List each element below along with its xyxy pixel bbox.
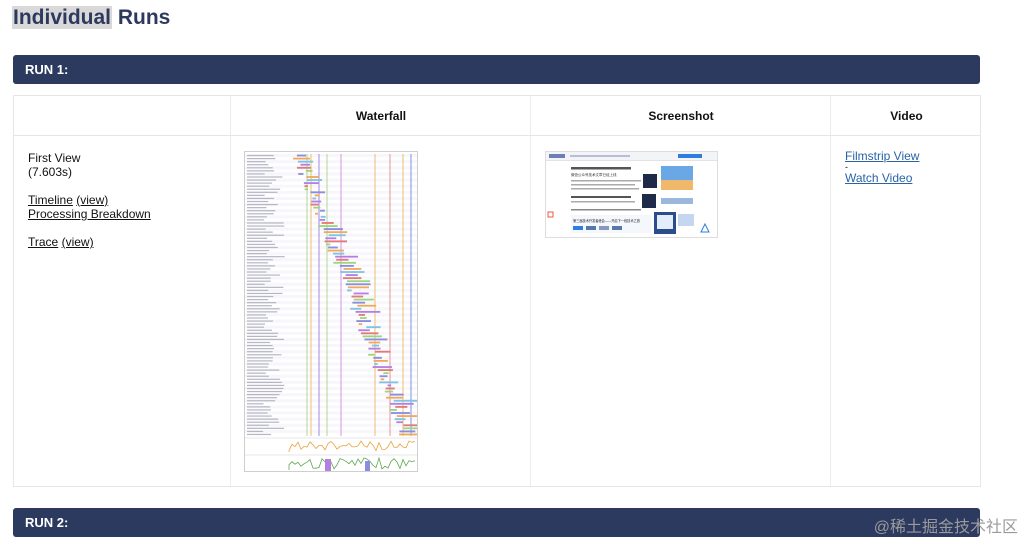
first-view-time: (7.603s) <box>28 165 73 179</box>
first-view-label: First View <box>28 151 81 165</box>
run-1-label: RUN 1: <box>25 62 69 77</box>
table-header-row: Waterfall Screenshot Video <box>14 96 980 136</box>
header-video: Video <box>890 109 923 123</box>
timeline-link[interactable]: Timeline <box>28 193 73 207</box>
screenshot-headline: 微信公众号技术文章已经上线 <box>571 172 617 177</box>
processing-breakdown-link[interactable]: Processing Breakdown <box>28 207 151 221</box>
watch-video-link[interactable]: Watch Video <box>845 171 919 185</box>
waterfall-thumbnail[interactable] <box>244 151 418 472</box>
timeline-view-link[interactable]: (view) <box>76 193 108 207</box>
video-cell: Filmstrip View - Watch Video <box>845 149 919 185</box>
run-2-header: RUN 2: <box>13 508 980 537</box>
watermark: @稀土掘金技术社区 <box>873 519 1018 536</box>
run-1-header: RUN 1: <box>13 55 980 84</box>
screenshot-thumbnail[interactable]: 微信公众号技术文章已经上线 第三届技术开发者峰会——开启下一段技术之旅 <box>545 151 718 238</box>
trace-link[interactable]: Trace <box>28 235 58 249</box>
trace-view-link[interactable]: (view) <box>62 235 94 249</box>
first-view-cell: First View (7.603s) Timeline (view) Proc… <box>28 151 151 249</box>
run-1-table: Waterfall Screenshot Video First View (7… <box>13 95 981 487</box>
header-waterfall: Waterfall <box>355 109 407 123</box>
page-title: Individual Runs <box>12 6 170 30</box>
screenshot-ad-text: 第三届技术开发者峰会——开启下一段技术之旅 <box>573 218 641 223</box>
run-2-label: RUN 2: <box>25 515 69 530</box>
video-links-separator: - <box>845 162 848 172</box>
page-title-rest: Runs <box>112 6 171 29</box>
filmstrip-view-link[interactable]: Filmstrip View <box>845 149 919 163</box>
page-title-highlight: Individual <box>12 6 113 29</box>
header-screenshot: Screenshot <box>648 109 714 123</box>
